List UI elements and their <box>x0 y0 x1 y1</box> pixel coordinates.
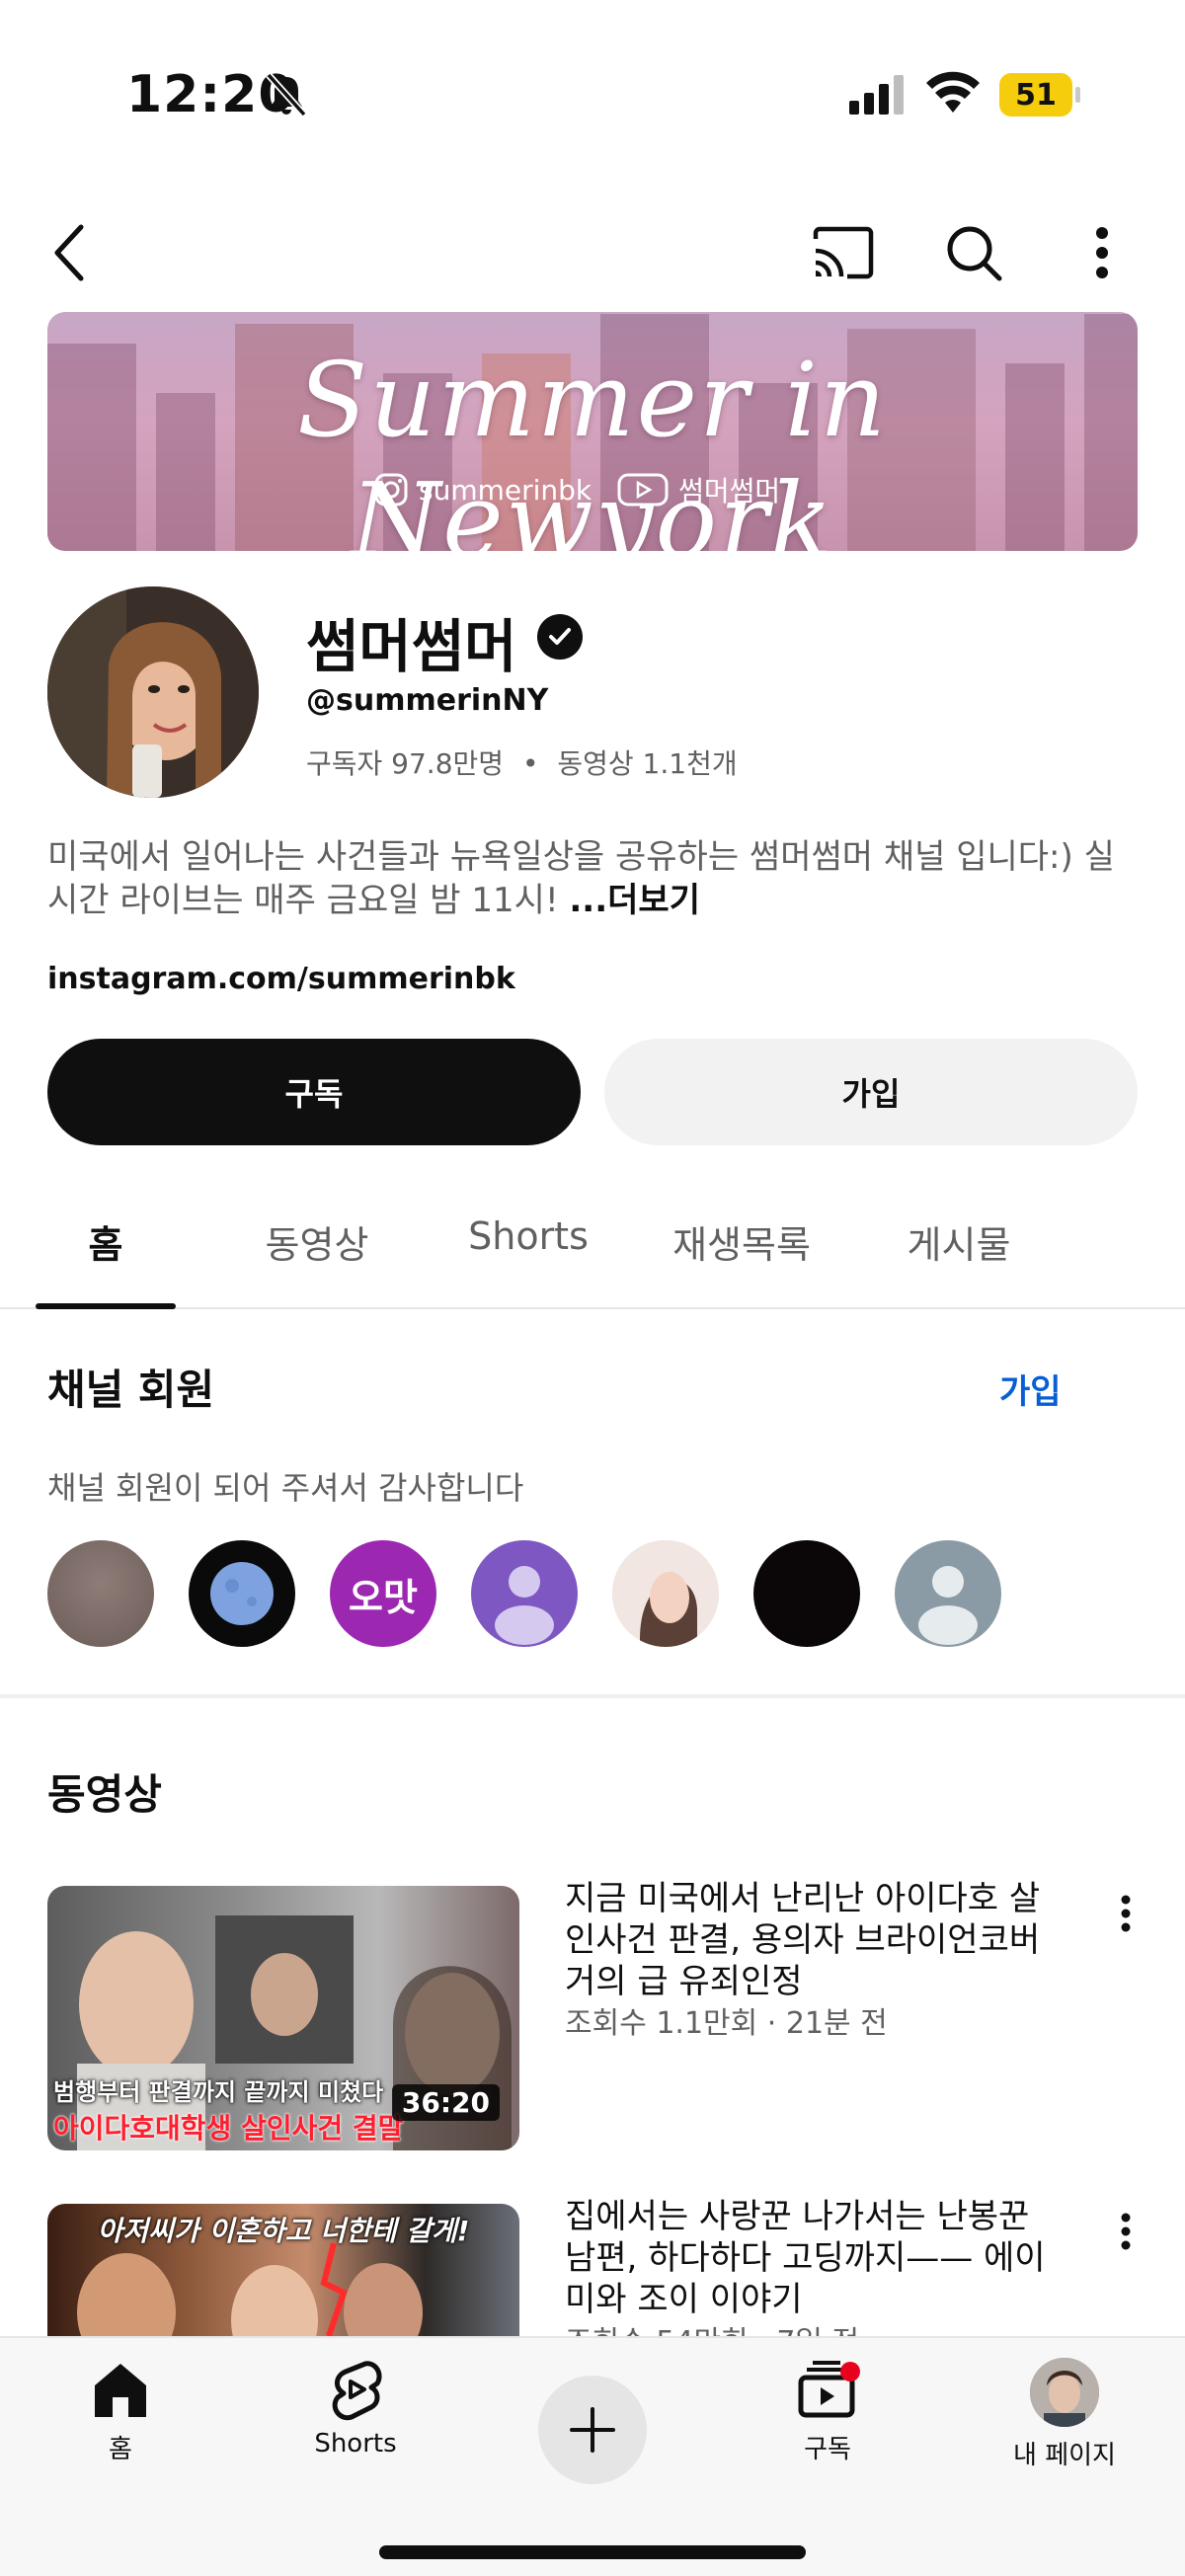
home-indicator <box>379 2545 806 2559</box>
user-avatar <box>1030 2358 1099 2427</box>
status-bar: 12:20 51 <box>0 0 1185 188</box>
video-title-text: 집에서는 사랑꾼 나가서는 난봉꾼 남편, 하다하다 고딩까지—— 에이미와 조… <box>565 2197 1046 2319</box>
member-avatar[interactable] <box>753 1540 860 1647</box>
battery-level: 51 <box>999 73 1072 117</box>
channel-banner: Summer in Newyork summerinbk 썸머썸머 <box>47 312 1138 551</box>
shorts-icon <box>332 2361 382 2421</box>
cast-icon[interactable] <box>808 217 879 288</box>
verified-badge-icon <box>537 614 583 660</box>
banner-title: Summer in Newyork <box>296 340 889 551</box>
video-meta: 조회수 1.1만회 · 21분 전 <box>565 2006 888 2041</box>
video-thumbnail[interactable]: 아저씨가 이혼하고 너한테 갈게! <box>47 2204 519 2336</box>
banner-handles: summerinbk 썸머썸머 <box>373 470 780 509</box>
default-user-icon <box>918 1566 978 1645</box>
active-tab-indicator <box>36 1303 176 1309</box>
tab-playlists[interactable]: 재생목록 <box>662 1214 822 1269</box>
video-more-icon[interactable] <box>1106 2202 1146 2261</box>
subscriptions-icon <box>798 2361 860 2418</box>
members-thanks-text: 채널 회원이 되어 주셔서 감사합니다 <box>47 1469 524 1507</box>
more-link[interactable]: ...더보기 <box>569 881 700 920</box>
video-title[interactable]: 지금 미국에서 난리난 아이다호 살인사건 판결, 용의자 브라이언코버거의 급… <box>565 1878 1059 2002</box>
tab-home[interactable]: 홈 <box>36 1214 176 1269</box>
members-join-link[interactable]: 가입 <box>999 1365 1062 1413</box>
subscriber-count: 구독자 97.8만명 <box>306 747 505 780</box>
bell-muted-icon <box>266 72 307 117</box>
channel-avatar[interactable] <box>47 586 259 798</box>
moon-icon <box>210 1562 274 1625</box>
member-avatar[interactable] <box>189 1540 295 1647</box>
videos-section-title: 동영상 <box>47 1770 162 1819</box>
member-avatar[interactable] <box>895 1540 1001 1647</box>
tab-posts[interactable]: 게시물 <box>889 1214 1029 1269</box>
thumbnail-caption: 범행부터 판결까지 끝까지 미쳤다 <box>53 2078 384 2106</box>
member-avatar[interactable] <box>612 1540 719 1647</box>
wifi-icon <box>926 71 980 113</box>
thumbnail-caption: 아저씨가 이혼하고 너한테 갈게! <box>97 2215 470 2247</box>
nav-shorts-label: Shorts <box>314 2429 397 2459</box>
nav-home[interactable]: 홈 <box>32 2358 209 2465</box>
nav-you[interactable]: 내 페이지 <box>976 2358 1153 2471</box>
channel-tabs: 홈 동영상 Shorts 재생목록 게시물 <box>0 1185 1185 1309</box>
more-vert-icon[interactable] <box>1066 217 1138 288</box>
youtube-icon <box>617 473 669 507</box>
battery-icon: 51 <box>999 73 1080 117</box>
back-icon[interactable] <box>34 217 105 288</box>
channel-link[interactable]: instagram.com/summerinbk <box>47 962 515 996</box>
member-avatar[interactable]: 오맛 <box>330 1540 436 1647</box>
nav-home-label: 홈 <box>109 2435 132 2464</box>
banner-instagram-handle: summerinbk <box>419 473 592 507</box>
video-thumbnail[interactable]: 범행부터 판결까지 끝까지 미쳤다 아이다호대학생 살인사건 결말 36:20 <box>47 1886 519 2150</box>
nav-subscriptions[interactable]: 구독 <box>739 2358 916 2465</box>
tab-shorts[interactable]: Shorts <box>454 1214 602 1258</box>
members-section-title: 채널 회원 <box>47 1366 215 1414</box>
top-app-bar <box>0 197 1185 306</box>
video-count: 동영상 1.1천개 <box>557 747 738 780</box>
create-button[interactable] <box>538 2376 647 2484</box>
channel-name: 썸머썸머 <box>306 613 517 680</box>
thumbnail-caption: 아이다호대학생 살인사건 결말 <box>53 2112 404 2145</box>
plus-icon <box>570 2407 615 2453</box>
section-divider <box>0 1694 1185 1698</box>
instagram-icon <box>374 473 408 507</box>
nav-you-label: 내 페이지 <box>1013 2441 1116 2470</box>
channel-handle: @summerinNY <box>306 683 549 718</box>
video-more-icon[interactable] <box>1106 1884 1146 1943</box>
nav-subscriptions-label: 구독 <box>804 2435 851 2464</box>
nav-shorts[interactable]: Shorts <box>267 2358 444 2459</box>
banner-youtube-name: 썸머썸머 <box>678 475 781 507</box>
stats-separator: • <box>521 747 539 780</box>
video-duration: 36:20 <box>391 2084 500 2121</box>
search-icon[interactable] <box>938 217 1009 288</box>
home-icon <box>95 2364 146 2417</box>
member-avatar[interactable] <box>471 1540 578 1647</box>
video-meta: 조회수 54만회 · 7일 전 <box>565 2325 859 2336</box>
join-button[interactable]: 가입 <box>604 1039 1138 1145</box>
subscribe-button[interactable]: 구독 <box>47 1039 581 1145</box>
tab-videos[interactable]: 동영상 <box>247 1214 387 1269</box>
default-user-icon <box>495 1566 554 1645</box>
bottom-navigation: 홈 Shorts 구독 내 페이지 <box>0 2336 1185 2576</box>
video-title[interactable]: 집에서는 사랑꾼 나가서는 난봉꾼 남편, 하다하다 고딩까지—— 에이미와 조… <box>565 2196 1059 2336</box>
channel-stats: 구독자 97.8만명 • 동영상 1.1천개 <box>306 742 738 782</box>
signal-icon <box>849 75 904 115</box>
channel-description[interactable]: 미국에서 일어나는 사건들과 뉴욕일상을 공유하는 썸머썸머 채널 입니다:) … <box>47 835 1144 922</box>
member-avatar[interactable] <box>47 1540 154 1647</box>
notification-dot <box>840 2362 860 2381</box>
